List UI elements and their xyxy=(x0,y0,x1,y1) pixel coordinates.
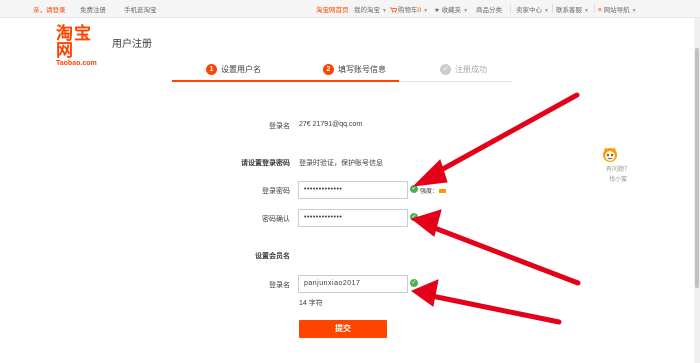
mobile-link[interactable]: 手机逛淘宝 xyxy=(124,4,157,14)
home-link[interactable]: 淘宝网首页 xyxy=(316,4,349,14)
chevron-down-icon: ▼ xyxy=(463,8,469,14)
password-label: 登录密码 xyxy=(262,188,290,195)
password-strength: 强度： xyxy=(420,186,447,195)
username-field[interactable]: panjunxiao2017 xyxy=(298,275,408,293)
password-field[interactable]: ••••••••••••• xyxy=(298,181,408,199)
page-scrollbar[interactable] xyxy=(694,18,700,363)
site-nav-label: 网站导航 xyxy=(603,7,630,14)
divider xyxy=(552,4,553,13)
chevron-down-icon: ▼ xyxy=(544,8,549,14)
username-label: 登录名 xyxy=(269,282,290,289)
password-section-title: 请设置登录密码 xyxy=(241,160,290,167)
chevron-down-icon: ▼ xyxy=(382,8,387,14)
categories-link[interactable]: 商品分类 xyxy=(476,4,502,14)
contact-service-label: 联系客服 xyxy=(556,7,582,14)
contact-service-link[interactable]: 联系客服 ▼ xyxy=(556,4,589,14)
logo-cn: 淘宝网 xyxy=(56,24,92,61)
helper-line2: 找小蜜 xyxy=(608,177,627,183)
registration-steps: 1 设置用户名 2 填写账号信息 ✓ 注册成功 xyxy=(172,60,512,82)
divider xyxy=(594,4,595,13)
taobao-logo[interactable]: 淘宝网 Taobao.com xyxy=(56,26,108,68)
star-icon: ★ xyxy=(434,7,442,14)
site-nav-link[interactable]: ≡ 网站导航 ▼ xyxy=(598,4,637,14)
steps-progress xyxy=(172,80,399,82)
member-section-title: 设置会员名 xyxy=(255,253,290,260)
helper-line1: 有问题？ xyxy=(605,167,630,173)
confirm-password-label: 密码确认 xyxy=(262,216,290,223)
site-topbar: 亲，请登录 免费注册 手机逛淘宝 淘宝网首页 我的淘宝 ▼ 购物车0 ▼ ★ 收藏夹… xyxy=(0,0,700,18)
arrow-to-username xyxy=(429,293,562,325)
step-2-number: 2 xyxy=(323,64,334,75)
favorites-label: 收藏夹 xyxy=(441,7,462,14)
cart-icon xyxy=(390,7,397,13)
step-3-label: 注册成功 xyxy=(455,65,487,74)
chevron-down-icon: ▼ xyxy=(631,8,637,14)
check-icon: ✓ xyxy=(410,213,418,221)
step-2: 2 填写账号信息 xyxy=(323,64,386,75)
password-section-note: 登录时验证，保护账号信息 xyxy=(299,160,383,167)
page-title: 用户注册 xyxy=(112,39,152,50)
account-value: 27€ 21791@qq.com xyxy=(299,121,363,128)
step-2-label: 填写账号信息 xyxy=(338,65,386,74)
step-1-label: 设置用户名 xyxy=(221,65,261,74)
divider xyxy=(510,4,511,13)
arrow-to-confirm xyxy=(429,224,581,286)
step-3: ✓ 注册成功 xyxy=(440,64,487,75)
arrow-to-password xyxy=(429,92,580,178)
check-icon: ✓ xyxy=(440,64,451,75)
free-register-link[interactable]: 免费注册 xyxy=(80,4,106,14)
step-1: 1 设置用户名 xyxy=(206,64,261,75)
check-icon: ✓ xyxy=(410,279,418,287)
strength-bar xyxy=(439,189,447,193)
cart-link[interactable]: 购物车0 ▼ xyxy=(390,4,428,14)
account-label: 登录名 xyxy=(269,123,290,130)
favorites-link[interactable]: ★ 收藏夹 ▼ xyxy=(434,4,468,14)
step-1-number: 1 xyxy=(206,64,217,75)
login-link[interactable]: 亲，请登录 xyxy=(33,4,66,14)
confirm-password-field[interactable]: ••••••••••••• xyxy=(298,209,408,227)
assistant-mascot-icon xyxy=(603,147,617,162)
scrollbar-thumb[interactable] xyxy=(695,48,699,288)
seller-center-link[interactable]: 卖家中心 ▼ xyxy=(516,4,549,14)
my-taobao-link[interactable]: 我的淘宝 ▼ xyxy=(354,4,387,14)
chevron-down-icon: ▼ xyxy=(584,8,589,14)
arrowhead-password xyxy=(412,159,448,187)
cart-count: 0 xyxy=(417,7,422,14)
username-length-hint: 14 字符 xyxy=(299,300,323,307)
seller-center-label: 卖家中心 xyxy=(516,7,542,14)
my-taobao-label: 我的淘宝 xyxy=(354,7,380,14)
help-assistant[interactable]: 有问题？ 找小蜜 xyxy=(601,146,635,192)
cart-label: 购物车 xyxy=(398,7,418,14)
check-icon: ✓ xyxy=(410,185,418,193)
chevron-down-icon: ▼ xyxy=(423,8,429,14)
submit-button[interactable]: 提交 xyxy=(299,320,387,338)
strength-label: 强度： xyxy=(420,189,439,195)
logo-en: Taobao.com xyxy=(56,60,97,67)
